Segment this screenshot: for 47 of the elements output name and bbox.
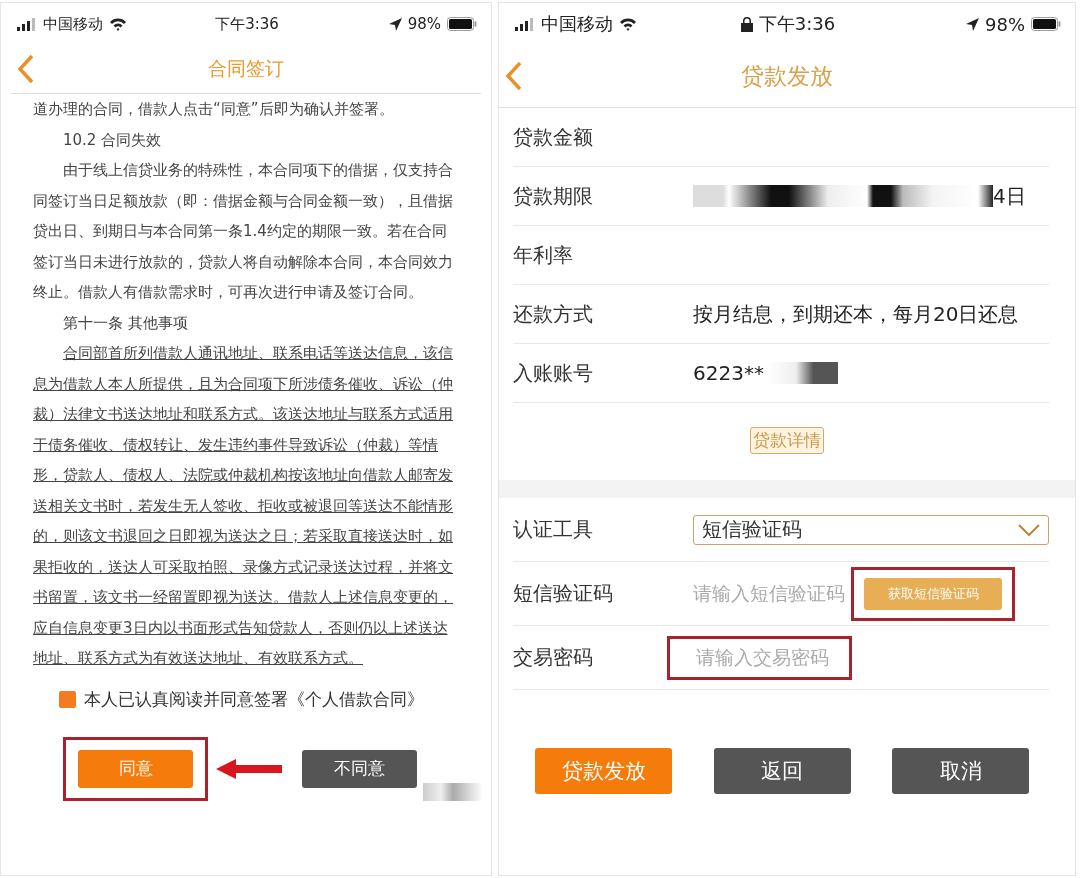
- field-label: 认证工具: [513, 516, 594, 543]
- contract-paragraph: 由于线上信贷业务的特殊性，本合同项下的借据，仅支持合同签订当日足额放款（即：借据金额与合同金额一致），且借据贷出日、到期日与本合同第一条1.4约定的期限一致。若在合同签订当日未进行放款的，贷款人将自动解除本合同，本合同效力终止。借款人有借款需求时，可再次进行申请及签订合同。: [33, 160, 454, 303]
- field-label: 贷款期限: [513, 182, 594, 210]
- loan-details-button[interactable]: 贷款详情: [750, 427, 824, 454]
- battery-icon: [447, 17, 477, 31]
- battery-icon: [1031, 17, 1061, 31]
- wifi-icon: [109, 17, 127, 31]
- disagree-button[interactable]: 不同意: [302, 749, 417, 788]
- password-field[interactable]: 请输入交易密码: [667, 635, 852, 680]
- page-title: 合同签订: [208, 56, 284, 81]
- consent-checkbox[interactable]: [59, 690, 76, 708]
- chevron-down-icon: [1018, 523, 1040, 536]
- field-label: 还款方式: [513, 300, 594, 328]
- contract-paragraph: 道办理的合同，借款人点击“同意”后即为确认并签署。: [33, 99, 395, 120]
- action-button[interactable]: 返回: [713, 748, 851, 794]
- battery-percent: 98%: [985, 13, 1025, 35]
- signal-icon: [17, 17, 37, 31]
- sms-code-field[interactable]: 请输入短信验证码: [693, 580, 845, 607]
- back-icon[interactable]: [17, 54, 35, 84]
- field-label: 短信验证码: [513, 580, 614, 607]
- carrier-name: 中国移动: [541, 12, 613, 36]
- battery-percent: 98%: [407, 15, 441, 33]
- field-label: 贷款金额: [513, 123, 594, 151]
- contract-paragraph: 10.2 合同失效: [62, 129, 163, 151]
- location-arrow-icon: [388, 17, 402, 31]
- agree-button[interactable]: 同意: [78, 749, 193, 788]
- field-value: 6223**: [693, 361, 764, 385]
- wifi-icon: [619, 17, 637, 31]
- carrier-name: 中国移动: [43, 14, 103, 34]
- field-label: 入账账号: [513, 359, 594, 387]
- action-button[interactable]: 取消: [892, 748, 1029, 794]
- auth-tool-dropdown[interactable]: 短信验证码: [693, 514, 1049, 545]
- clock-time: 下午3:36: [215, 14, 279, 34]
- clock-time: 下午3:36: [758, 12, 836, 36]
- contract-paragraph: 合同部首所列借款人通讯地址、联系电话等送达信息，该信息为借款人本人所提供，且为合同项下所涉债务催收、诉讼（仲裁）法律文书送达地址和联系方式。该送达地址与联系方式适用于债务催收、债权转让、发生违约事件导致诉讼（仲裁）等情形，贷款人、债权人、法院或仲裁机构按该地址向借款人邮寄发送相关文书时，若发生无人签收、拒收或被退回等送达不能情形的，则该文书退回之日即视为送达之日；若采取直接送达时，如果拒收的，送达人可采取拍照、录像方式记录送达过程，并将文书留置，该文书一经留置即视为送达。借款人上述信息变更的，应自信息变更3日内以书面形式告知贷款人，否则仍以上述送达地址、联系方式为有效送达地址、有效联系方式。: [33, 343, 454, 669]
- consent-label: 本人已认真阅读并同意签署《个人借款合同》: [84, 687, 424, 711]
- signal-icon: [515, 17, 535, 31]
- field-label: 年利率: [513, 241, 574, 269]
- field-value: 按月结息，到期还本，每月20日还息: [693, 300, 1019, 328]
- action-button[interactable]: 贷款发放: [535, 748, 672, 794]
- page-title: 贷款发放: [741, 61, 833, 91]
- location-arrow-icon: [966, 17, 979, 31]
- back-icon[interactable]: [505, 61, 523, 91]
- field-label: 交易密码: [513, 644, 594, 671]
- field-value: 4日: [993, 182, 1026, 210]
- get-code-button[interactable]: 获取短信验证码: [864, 577, 1002, 610]
- contract-paragraph: 第十一条 其他事项: [62, 312, 189, 334]
